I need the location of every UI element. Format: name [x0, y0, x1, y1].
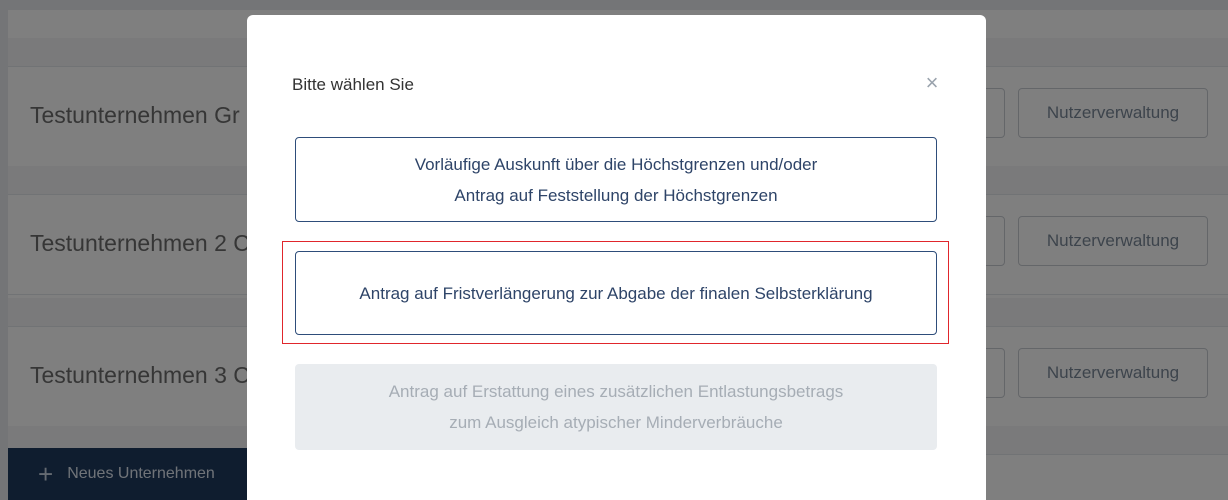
- option-limits-inquiry-button[interactable]: Vorläufige Auskunft über die Höchstgrenz…: [295, 137, 937, 222]
- option-text-line: Antrag auf Fristverlängerung zur Abgabe …: [359, 283, 873, 303]
- selection-dialog: Bitte wählen Sie × Vorläufige Auskunft ü…: [247, 15, 986, 500]
- option-text-line: Antrag auf Erstattung eines zusätzlichen…: [388, 382, 844, 401]
- option-text-line: zum Ausgleich atypischer Minderverbräuch…: [449, 413, 783, 432]
- option-text-line: Antrag auf Feststellung der Höchstgrenze…: [454, 185, 778, 205]
- dialog-title: Bitte wählen Sie: [292, 75, 414, 94]
- option-text-line: Vorläufige Auskunft über die Höchstgrenz…: [414, 154, 818, 174]
- option-reimbursement-button: Antrag auf Erstattung eines zusätzlichen…: [295, 364, 937, 450]
- close-icon[interactable]: ×: [919, 70, 945, 96]
- option-deadline-extension-button[interactable]: Antrag auf Fristverlängerung zur Abgabe …: [295, 251, 937, 335]
